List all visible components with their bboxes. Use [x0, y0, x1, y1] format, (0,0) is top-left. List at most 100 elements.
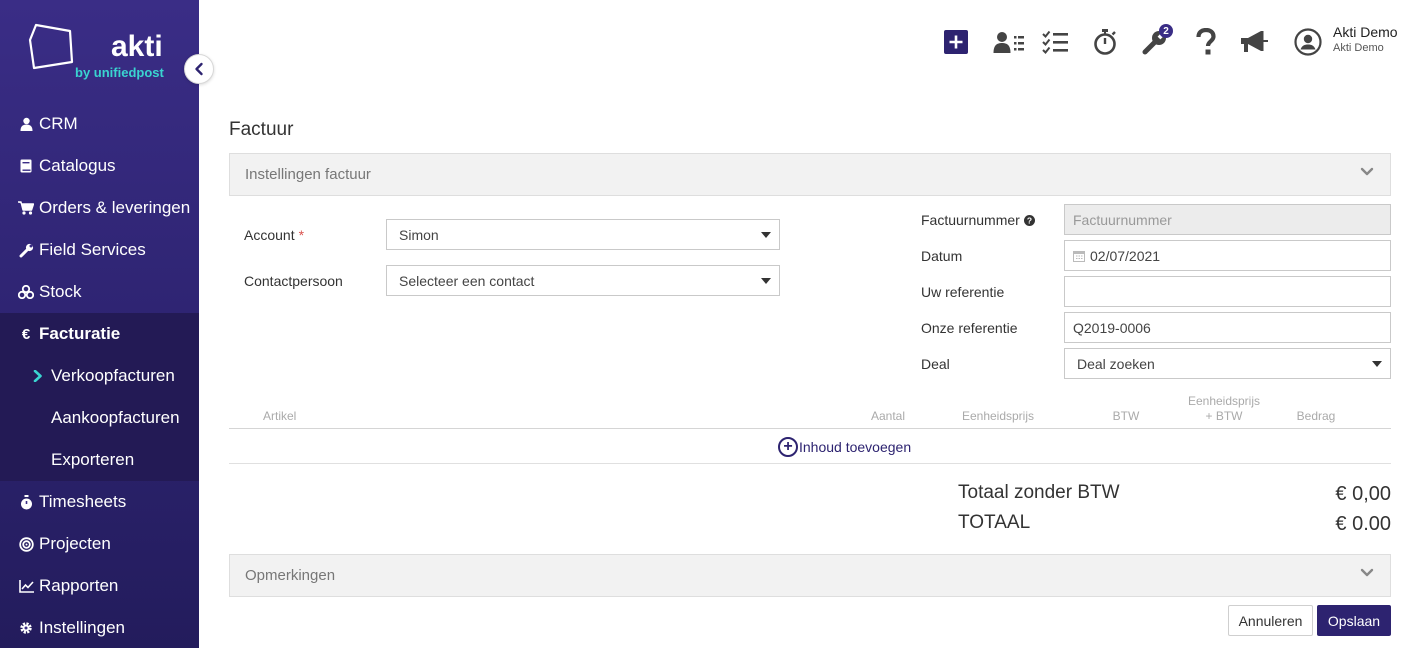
- user-icon: [18, 116, 34, 132]
- date-field[interactable]: 02/07/2021: [1064, 240, 1391, 271]
- sidebar-item-label: Instellingen: [39, 618, 126, 637]
- sidebar-item-label: Projecten: [39, 534, 111, 553]
- question-icon: [1196, 28, 1216, 55]
- caret-down-icon: [761, 232, 771, 238]
- sidebar-item-label: Verkoopfacturen: [51, 366, 175, 385]
- deal-select[interactable]: Deal zoeken: [1064, 348, 1391, 379]
- stopwatch-icon: [1094, 29, 1116, 55]
- tools-button[interactable]: 2: [1141, 24, 1173, 56]
- total-excl-vat-value: € 0,00: [1335, 483, 1391, 505]
- table-header-divider: [229, 428, 1391, 429]
- book-icon: [18, 158, 34, 174]
- sidebar-item-label: Stock: [39, 282, 82, 301]
- invoice-number-placeholder: Factuurnummer: [1073, 211, 1172, 228]
- question-circle-icon[interactable]: ?: [1023, 215, 1035, 226]
- account-select[interactable]: Simon: [386, 219, 780, 250]
- account-label: Account *: [244, 227, 304, 243]
- sidebar-item-instellingen[interactable]: Instellingen: [0, 607, 199, 648]
- sidebar-item-field-services[interactable]: Field Services: [0, 229, 199, 271]
- remarks-panel-header[interactable]: Opmerkingen: [229, 554, 1391, 597]
- total-value: € 0.00: [1335, 513, 1391, 535]
- svg-text:?: ?: [1027, 216, 1032, 226]
- add-content-label: Inhoud toevoegen: [799, 439, 912, 455]
- logo-mark-icon: [28, 23, 74, 70]
- sidebar-item-label: Exporteren: [51, 450, 135, 469]
- boxes-icon: [18, 284, 34, 300]
- deal-value: Deal zoeken: [1077, 355, 1155, 372]
- invoice-number-field[interactable]: Factuurnummer: [1064, 204, 1391, 235]
- notification-badge: 2: [1159, 24, 1173, 38]
- col-header-unit-price-vat: Eenheidsprijs + BTW: [1180, 394, 1268, 424]
- cart-icon: [18, 200, 34, 216]
- contacts-list-icon: [993, 32, 1024, 53]
- avatar-icon: [1294, 28, 1322, 56]
- contacts-list-button[interactable]: [993, 28, 1025, 56]
- your-reference-field[interactable]: [1064, 276, 1391, 307]
- col-header-vat: BTW: [1112, 409, 1140, 423]
- brand-name: akti: [111, 30, 163, 63]
- help-button[interactable]: [1192, 28, 1220, 56]
- sidebar-item-label: Timesheets: [39, 492, 127, 511]
- sidebar-item-verkoopfacturen[interactable]: Verkoopfacturen: [0, 355, 199, 397]
- save-button[interactable]: Opslaan: [1317, 605, 1391, 636]
- sidebar-item-rapporten[interactable]: Rapporten: [0, 565, 199, 607]
- col-header-unit-price: Eenheidsprijs: [961, 409, 1035, 423]
- contact-select[interactable]: Selecteer een contact: [386, 265, 780, 296]
- our-reference-value: Q2019-0006: [1073, 319, 1151, 336]
- sidebar-item-exporteren[interactable]: Exporteren: [0, 439, 199, 481]
- sidebar-nav: CRM Catalogus Orders & leveringen Field …: [0, 103, 199, 648]
- plus-icon: [944, 30, 968, 54]
- chevron-down-icon: [1360, 167, 1374, 176]
- sidebar-item-aankoopfacturen[interactable]: Aankoopfacturen: [0, 397, 199, 439]
- plus-circle-icon: +: [778, 437, 798, 457]
- invoice-number-label-text: Factuurnummer: [921, 212, 1020, 228]
- target-icon: [18, 536, 34, 552]
- account-label-text: Account: [244, 227, 295, 243]
- user-menu-button[interactable]: [1294, 28, 1322, 56]
- collapse-sidebar-button[interactable]: [184, 54, 214, 84]
- invoice-number-label: Factuurnummer ?: [921, 212, 1035, 228]
- sidebar-item-timesheets[interactable]: Timesheets: [0, 481, 199, 523]
- our-reference-field[interactable]: Q2019-0006: [1064, 312, 1391, 343]
- cancel-button[interactable]: Annuleren: [1228, 605, 1313, 636]
- account-value: Simon: [399, 226, 439, 243]
- sidebar-item-projecten[interactable]: Projecten: [0, 523, 199, 565]
- required-marker: *: [298, 227, 305, 243]
- deal-label: Deal: [921, 356, 950, 372]
- col-header-unit-price-vat-line2: + BTW: [1205, 409, 1243, 423]
- col-header-amount: Bedrag: [1296, 409, 1336, 423]
- calendar-icon: [1073, 250, 1085, 262]
- date-label: Datum: [921, 248, 963, 264]
- sidebar-item-label: Rapporten: [39, 576, 119, 595]
- your-reference-label: Uw referentie: [921, 284, 1005, 300]
- sidebar-item-label: Aankoopfacturen: [51, 408, 180, 427]
- caret-down-icon: [1372, 361, 1382, 367]
- announcements-button[interactable]: [1239, 28, 1269, 56]
- panel-title: Opmerkingen: [245, 567, 336, 584]
- our-reference-label: Onze referentie: [921, 320, 1018, 336]
- timer-button[interactable]: [1091, 28, 1119, 56]
- col-header-quantity: Aantal: [870, 409, 906, 423]
- akti-logo[interactable]: akti by unifiedpost: [0, 0, 199, 103]
- tasks-button[interactable]: [1042, 28, 1070, 56]
- contact-label: Contactpersoon: [244, 273, 343, 289]
- add-content-button[interactable]: + Inhoud toevoegen: [778, 437, 911, 457]
- user-name[interactable]: Akti Demo: [1333, 24, 1398, 40]
- add-button[interactable]: [942, 28, 970, 56]
- chevron-right-icon: [32, 368, 44, 384]
- chevron-down-icon: [1360, 568, 1374, 577]
- sidebar-item-crm[interactable]: CRM: [0, 103, 199, 145]
- stopwatch-icon: [18, 494, 34, 510]
- caret-down-icon: [761, 278, 771, 284]
- chart-icon: [18, 578, 34, 594]
- sidebar-item-stock[interactable]: Stock: [0, 271, 199, 313]
- brand-byline: by unifiedpost: [75, 65, 164, 80]
- gear-icon: [18, 620, 34, 636]
- total-label: TOTAAL: [958, 512, 1031, 533]
- euro-icon: €: [21, 325, 31, 343]
- total-excl-vat-label: Totaal zonder BTW: [958, 482, 1120, 503]
- sidebar-item-facturatie[interactable]: € Facturatie: [0, 313, 199, 355]
- sidebar-item-orders[interactable]: Orders & leveringen: [0, 187, 199, 229]
- sidebar-item-catalogus[interactable]: Catalogus: [0, 145, 199, 187]
- settings-panel-header[interactable]: Instellingen factuur: [229, 153, 1391, 196]
